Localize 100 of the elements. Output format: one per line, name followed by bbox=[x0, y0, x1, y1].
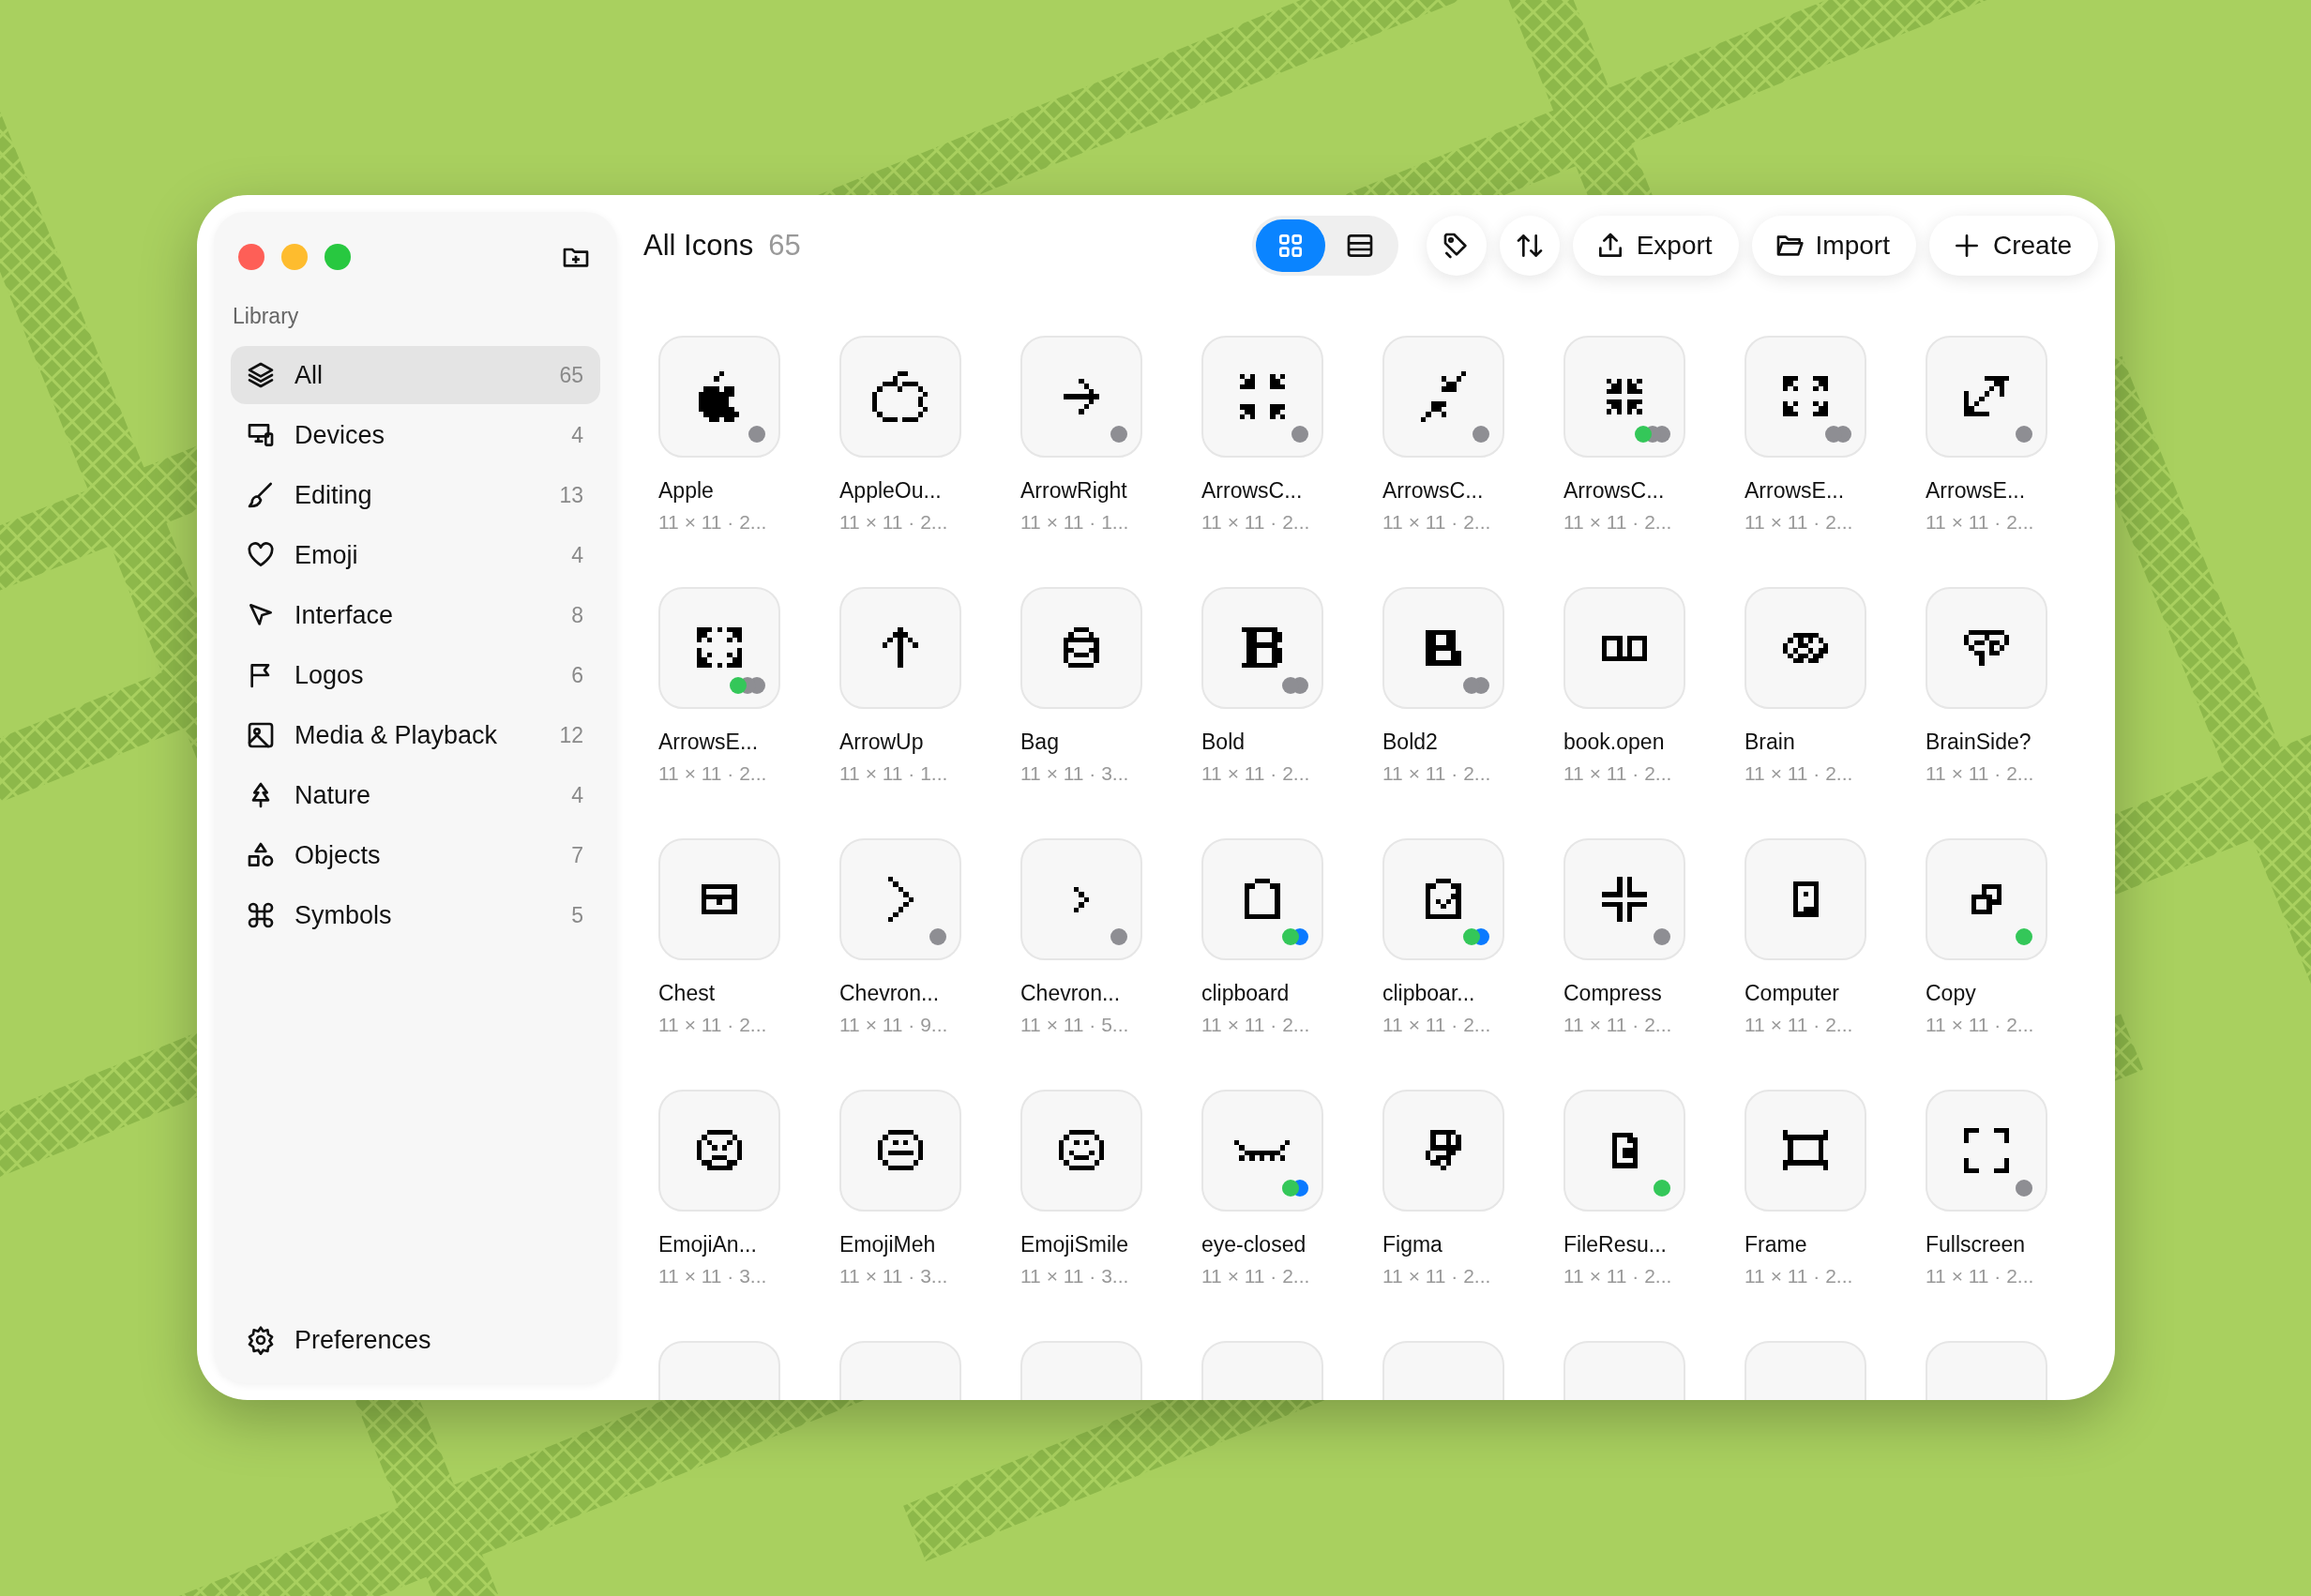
bag-icon bbox=[1064, 627, 1099, 669]
sidebar-item[interactable]: Logos 6 bbox=[231, 646, 600, 704]
icon-tile[interactable] bbox=[839, 336, 961, 458]
icon-name: ArrowsC... bbox=[1563, 478, 1666, 504]
icon-tile[interactable] bbox=[1382, 1090, 1504, 1212]
icon-tile[interactable] bbox=[1382, 838, 1504, 960]
icon-tile[interactable] bbox=[1201, 1090, 1323, 1212]
create-button[interactable]: Create bbox=[1928, 216, 2098, 276]
sidebar-item[interactable]: Media & Playback 12 bbox=[231, 706, 600, 764]
icon-tile[interactable] bbox=[1563, 336, 1685, 458]
icon-name: Compress bbox=[1563, 981, 1663, 1006]
icon-name: ArrowsE... bbox=[1926, 478, 2027, 504]
icon-tile[interactable] bbox=[1020, 587, 1142, 709]
sidebar-item[interactable]: Devices 4 bbox=[231, 406, 600, 464]
icon-size: 11 × 11 · 2... bbox=[1563, 1014, 1673, 1036]
layers-icon bbox=[246, 360, 276, 390]
icon-size: 11 × 11 · 3... bbox=[1020, 762, 1130, 785]
sidebar-item[interactable]: All 65 bbox=[231, 346, 600, 404]
sidebar-item[interactable]: Objects 7 bbox=[231, 826, 600, 884]
icon-tile[interactable] bbox=[1020, 838, 1142, 960]
icon-tile[interactable] bbox=[1926, 838, 2047, 960]
icon-tile[interactable] bbox=[1745, 336, 1866, 458]
icon-tile[interactable] bbox=[1201, 587, 1323, 709]
command-icon bbox=[246, 900, 276, 930]
item-label: Logos bbox=[295, 660, 365, 690]
item-count: 4 bbox=[571, 422, 583, 448]
close-button[interactable] bbox=[238, 244, 264, 270]
sidebar-item[interactable]: Editing 13 bbox=[231, 466, 600, 524]
icon-name: Chevron... bbox=[1020, 981, 1122, 1006]
icon-tile[interactable] bbox=[658, 336, 780, 458]
icon-size: 11 × 11 · 2... bbox=[1745, 511, 1854, 534]
icon-tile[interactable] bbox=[1745, 587, 1866, 709]
icon-tile[interactable] bbox=[1020, 1090, 1142, 1212]
icon-size: 11 × 11 · 2... bbox=[839, 511, 949, 534]
item-label: All bbox=[295, 360, 324, 390]
icon-name: Copy bbox=[1926, 981, 1977, 1006]
item-label: Emoji bbox=[295, 540, 359, 570]
sidebar-item[interactable]: Interface 8 bbox=[231, 586, 600, 644]
icon-size: 11 × 11 · 2... bbox=[1201, 1265, 1311, 1287]
icon-tile[interactable] bbox=[658, 1090, 780, 1212]
arrows-in-icon bbox=[1239, 373, 1286, 420]
icon-size: 11 × 11 · 2... bbox=[1926, 1265, 2035, 1287]
preferences-button[interactable]: Preferences bbox=[231, 1314, 446, 1366]
grid-view-button[interactable] bbox=[1255, 219, 1325, 272]
icon-name: Bold2 bbox=[1382, 730, 1439, 755]
icon-tile[interactable] bbox=[1745, 838, 1866, 960]
sidebar-item[interactable]: Symbols 5 bbox=[231, 886, 600, 944]
item-label: Media & Playback bbox=[295, 720, 499, 750]
icon-size: 11 × 11 · 2... bbox=[1201, 511, 1311, 534]
icon-size: 11 × 11 · 2... bbox=[658, 1014, 768, 1036]
item-count: 65 bbox=[559, 362, 583, 388]
icon-tile[interactable] bbox=[839, 1090, 961, 1212]
icon-name: Fullscreen bbox=[1926, 1232, 2027, 1257]
icon-count: 65 bbox=[768, 229, 801, 263]
face-smile-icon bbox=[1058, 1130, 1105, 1171]
page-title: All Icons bbox=[643, 229, 754, 263]
icon-tile[interactable] bbox=[1563, 587, 1685, 709]
icon-size: 11 × 11 · 2... bbox=[1745, 1014, 1854, 1036]
arrows-diagonal-icon bbox=[1420, 371, 1467, 422]
icon-name: EmojiAn... bbox=[658, 1232, 758, 1257]
icon-tile[interactable] bbox=[658, 838, 780, 960]
icon-tile[interactable] bbox=[1382, 336, 1504, 458]
icon-tile[interactable] bbox=[658, 587, 780, 709]
sidebar-item[interactable]: Nature 4 bbox=[231, 766, 600, 824]
icon-name: book.open bbox=[1563, 730, 1666, 755]
icon-name: Bold bbox=[1201, 730, 1246, 755]
sidebar-item[interactable]: Emoji 4 bbox=[231, 526, 600, 584]
icon-tile[interactable] bbox=[839, 838, 961, 960]
icon-name: Brain bbox=[1745, 730, 1796, 755]
import-button[interactable]: Import bbox=[1751, 216, 1916, 276]
icon-tile[interactable] bbox=[1563, 1090, 1685, 1212]
icon-tile[interactable] bbox=[1201, 336, 1323, 458]
icon-tile[interactable] bbox=[1563, 838, 1685, 960]
chevron-icon bbox=[1073, 886, 1090, 912]
icon-name: ArrowUp bbox=[839, 730, 925, 755]
item-label: Objects bbox=[295, 840, 382, 870]
item-count: 4 bbox=[571, 542, 583, 568]
icon-name: EmojiSmile bbox=[1020, 1232, 1130, 1257]
icon-tile[interactable] bbox=[1201, 838, 1323, 960]
icon-name: Chevron... bbox=[839, 981, 941, 1006]
icon-tile[interactable] bbox=[1926, 336, 2047, 458]
export-button[interactable]: Export bbox=[1572, 216, 1739, 276]
icon-name: ArrowsC... bbox=[1201, 478, 1304, 504]
icon-size: 11 × 11 · 2... bbox=[1926, 511, 2035, 534]
bold-icon bbox=[1242, 627, 1283, 669]
icon-tile[interactable] bbox=[839, 587, 961, 709]
icon-size: 11 × 11 · 5... bbox=[1020, 1014, 1130, 1036]
fullscreen-icon bbox=[1963, 1127, 2010, 1174]
face-neutral-icon bbox=[877, 1130, 924, 1171]
icon-tile[interactable] bbox=[1926, 587, 2047, 709]
item-label: Nature bbox=[295, 780, 372, 810]
icon-tile[interactable] bbox=[1745, 1090, 1866, 1212]
icon-tile[interactable] bbox=[1926, 1090, 2047, 1212]
icon-tile[interactable] bbox=[1020, 336, 1142, 458]
icon-name: Chest bbox=[658, 981, 717, 1006]
icon-name: ArrowRight bbox=[1020, 478, 1128, 504]
arrows-out-icon bbox=[696, 627, 743, 669]
icon-tile[interactable] bbox=[1382, 587, 1504, 709]
icon-name: Bag bbox=[1020, 730, 1060, 755]
icon-name: ArrowsC... bbox=[1382, 478, 1485, 504]
